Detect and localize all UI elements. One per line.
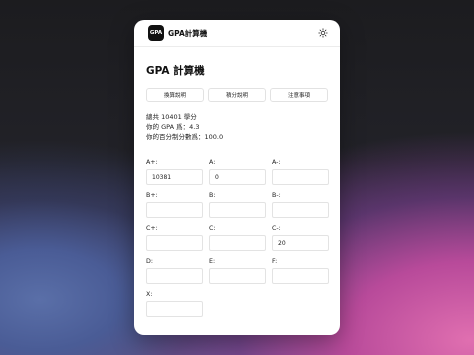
grade-input-a-plus[interactable]: 10381	[146, 169, 203, 185]
grade-input-c[interactable]	[209, 235, 266, 251]
grade-field-c-plus: C+:	[146, 225, 203, 258]
grade-input-d[interactable]	[146, 268, 203, 284]
grade-field-d: D:	[146, 258, 203, 291]
total-credits-text: 總共 10401 學分	[146, 113, 197, 121]
grade-label: B+:	[146, 192, 158, 199]
grade-input-a-minus[interactable]	[272, 169, 329, 185]
grade-label: C-:	[272, 225, 281, 232]
grade-label: D:	[146, 258, 153, 265]
grade-label: C:	[209, 225, 216, 232]
grade-input-x[interactable]	[146, 301, 203, 317]
grade-inputs-grid: A+: 10381 A: 0 A-: B+: B: B-: C+: C: C-:…	[146, 159, 329, 324]
grade-label: A-:	[272, 159, 281, 166]
grade-label: F:	[272, 258, 278, 265]
grade-input-f[interactable]	[272, 268, 329, 284]
grade-input-b[interactable]	[209, 202, 266, 218]
grade-label: A:	[209, 159, 216, 166]
main-content: GPA 計算機 換算說明 積分說明 注意事項 總共 10401 學分 你的 GP…	[134, 47, 340, 324]
grade-input-e[interactable]	[209, 268, 266, 284]
grade-label: E:	[209, 258, 216, 265]
grade-label: B:	[209, 192, 216, 199]
gpa-result-text: 你的 GPA 爲：4.3	[146, 123, 200, 131]
logo-text: GPA	[149, 30, 163, 36]
grade-input-c-minus[interactable]: 20	[272, 235, 329, 251]
gpa-calculator-window: GPA GPA計算機 GPA 計算機 換算說明 積分說明 注意事項 總共 104…	[134, 20, 340, 335]
page-title: GPA 計算機	[146, 65, 205, 77]
grade-field-b-plus: B+:	[146, 192, 203, 225]
grade-label: B-:	[272, 192, 281, 199]
credit-info-button[interactable]: 積分說明	[208, 88, 266, 102]
results-panel: 總共 10401 學分 你的 GPA 爲：4.3 你的百分制分數爲：100.0	[146, 112, 328, 142]
grade-field-a-plus: A+: 10381	[146, 159, 203, 192]
grade-input-b-minus[interactable]	[272, 202, 329, 218]
grade-input-b-plus[interactable]	[146, 202, 203, 218]
grade-label: A+:	[146, 159, 158, 166]
sun-icon	[318, 28, 328, 38]
grade-field-a: A: 0	[209, 159, 266, 192]
brand-name[interactable]: GPA計算機	[168, 28, 207, 39]
theme-toggle-button[interactable]	[316, 26, 330, 40]
grade-field-e: E:	[209, 258, 266, 291]
info-tabs: 換算說明 積分說明 注意事項	[146, 88, 328, 102]
percent-score-text: 你的百分制分數爲：100.0	[146, 133, 224, 141]
grade-input-c-plus[interactable]	[146, 235, 203, 251]
grade-input-a[interactable]: 0	[209, 169, 266, 185]
grade-field-x: X:	[146, 291, 203, 324]
grade-label: C+:	[146, 225, 158, 232]
grade-label: X:	[146, 291, 153, 298]
notes-button[interactable]: 注意事項	[270, 88, 328, 102]
top-bar: GPA GPA計算機	[134, 20, 340, 47]
app-logo[interactable]: GPA	[148, 25, 164, 41]
grade-field-b: B:	[209, 192, 266, 225]
grade-field-b-minus: B-:	[272, 192, 329, 225]
grade-field-a-minus: A-:	[272, 159, 329, 192]
conversion-info-button[interactable]: 換算說明	[146, 88, 204, 102]
grade-field-c-minus: C-: 20	[272, 225, 329, 258]
grade-field-f: F:	[272, 258, 329, 291]
grade-field-c: C:	[209, 225, 266, 258]
